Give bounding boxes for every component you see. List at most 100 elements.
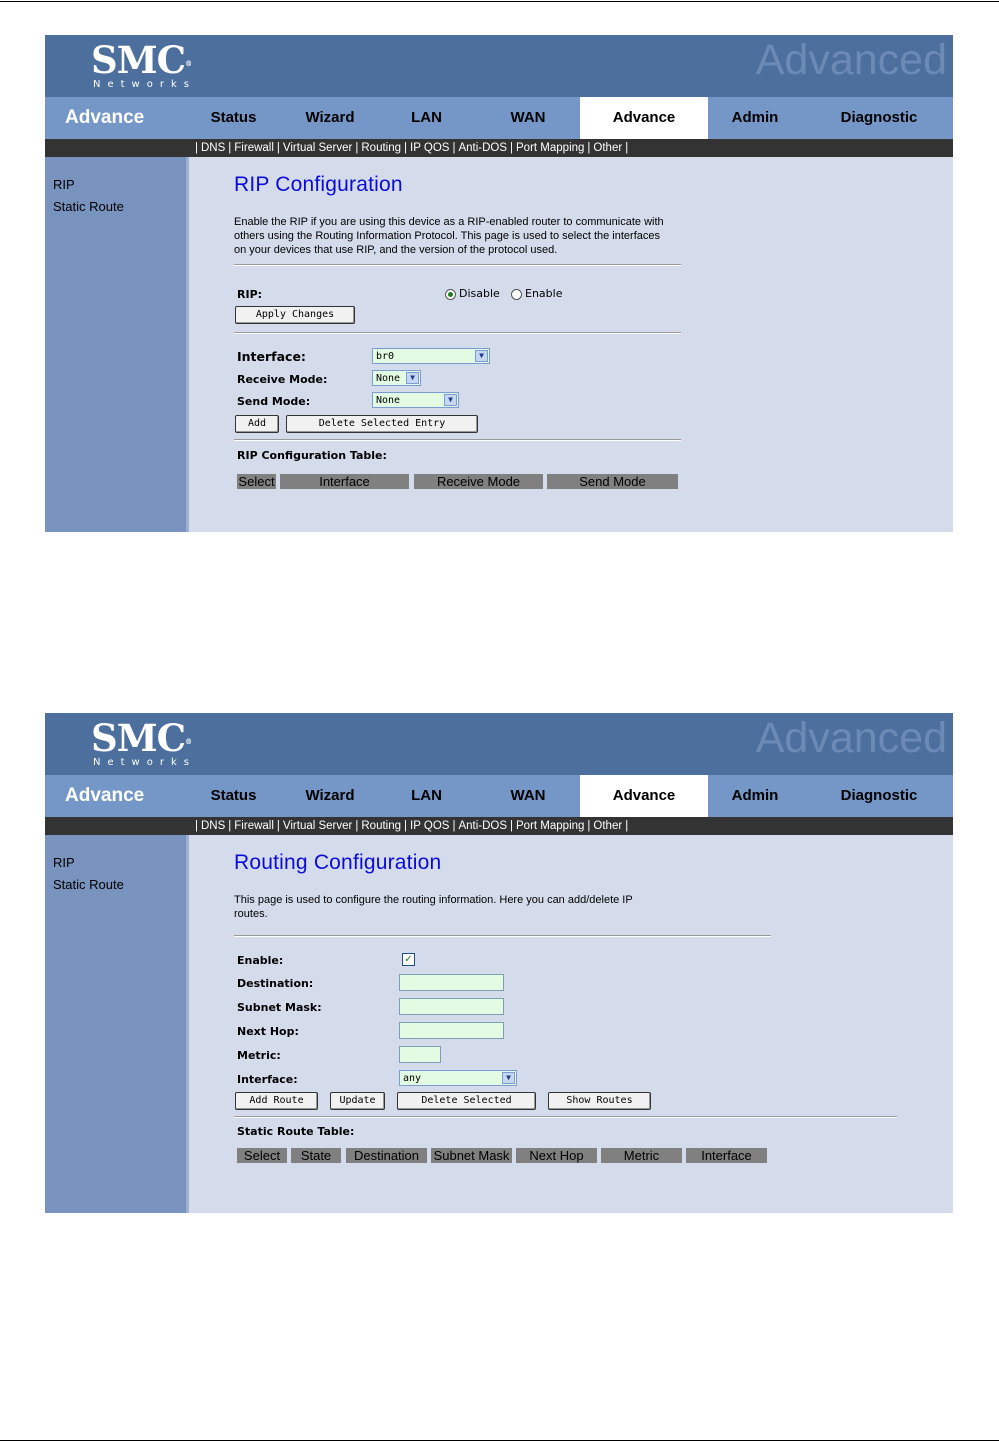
- subnav-ip-qos[interactable]: IP QOS: [410, 142, 449, 154]
- sidebar-item-rip[interactable]: RIP: [53, 855, 75, 870]
- table-header-metric: Metric: [601, 1148, 682, 1163]
- metric-label: Metric:: [237, 1049, 281, 1062]
- chevron-down-icon: ▼: [406, 372, 419, 384]
- subnav-port-mapping[interactable]: Port Mapping: [516, 820, 584, 832]
- enable-checkbox[interactable]: ✓: [402, 953, 415, 966]
- sidebar: RIP Static Route: [45, 157, 186, 532]
- subnav-port-mapping[interactable]: Port Mapping: [516, 142, 584, 154]
- update-button[interactable]: Update: [330, 1092, 385, 1110]
- subnav-routing[interactable]: Routing: [361, 820, 401, 832]
- divider: [234, 439, 681, 441]
- table-header-next-hop: Next Hop: [516, 1148, 597, 1163]
- tab-wan[interactable]: WAN: [478, 775, 578, 817]
- subnet-mask-label: Subnet Mask:: [237, 1001, 322, 1014]
- top-navigation: Advance Status Wizard LAN WAN Advance Ad…: [45, 775, 953, 817]
- subnav-virtual-server[interactable]: Virtual Server: [283, 820, 352, 832]
- subnav-other[interactable]: Other: [593, 820, 622, 832]
- page-bottom-rule: [0, 1440, 999, 1441]
- next-hop-label: Next Hop:: [237, 1025, 299, 1038]
- divider: [234, 1116, 897, 1118]
- tab-status[interactable]: Status: [181, 775, 286, 817]
- send-mode-label: Send Mode:: [237, 395, 311, 408]
- smc-logo: SMC® Networks: [91, 716, 196, 768]
- subnet-mask-input[interactable]: [399, 998, 504, 1015]
- page-description: This page is used to configure the routi…: [234, 894, 633, 920]
- rip-main-content: RIP Configuration Enable the RIP if you …: [189, 157, 953, 532]
- subnav-other[interactable]: Other: [593, 142, 622, 154]
- tab-advance[interactable]: Advance: [580, 775, 708, 817]
- show-routes-button[interactable]: Show Routes: [548, 1092, 651, 1110]
- subnav-ip-qos[interactable]: IP QOS: [410, 820, 449, 832]
- table-header-state: State: [291, 1148, 341, 1163]
- check-icon: ✓: [404, 954, 413, 965]
- add-route-button[interactable]: Add Route: [235, 1092, 318, 1110]
- tab-diagnostic[interactable]: Diagnostic: [819, 775, 939, 817]
- interface-select[interactable]: any ▼: [399, 1070, 517, 1086]
- section-label: Advance: [65, 785, 145, 806]
- subnav-firewall[interactable]: Firewall: [234, 820, 274, 832]
- tab-lan[interactable]: LAN: [379, 97, 474, 139]
- sidebar-item-static-route[interactable]: Static Route: [53, 199, 124, 214]
- metric-input[interactable]: [399, 1046, 441, 1063]
- subnav-dns[interactable]: DNS: [201, 820, 225, 832]
- subnav-anti-dos[interactable]: Anti-DOS: [458, 820, 507, 832]
- table-header-subnet-mask: Subnet Mask: [431, 1148, 512, 1163]
- delete-selected-entry-button[interactable]: Delete Selected Entry: [286, 415, 478, 433]
- table-header-select: Select: [237, 474, 276, 489]
- subnav-routing[interactable]: Routing: [361, 142, 401, 154]
- receive-mode-select[interactable]: None ▼: [372, 370, 421, 386]
- table-header-send-mode: Send Mode: [547, 474, 678, 489]
- destination-label: Destination:: [237, 977, 314, 990]
- rip-enable-radio-group[interactable]: Enable: [511, 287, 562, 300]
- tab-admin[interactable]: Admin: [708, 97, 802, 139]
- subnav-virtual-server[interactable]: Virtual Server: [283, 142, 352, 154]
- chevron-down-icon: ▼: [502, 1072, 515, 1084]
- add-button[interactable]: Add: [235, 415, 279, 433]
- routing-main-content: Routing Configuration This page is used …: [189, 835, 953, 1213]
- tab-status[interactable]: Status: [181, 97, 286, 139]
- interface-label: Interface:: [237, 1073, 298, 1086]
- header-banner: SMC® Networks Advanced: [45, 713, 953, 775]
- divider: [234, 935, 771, 937]
- subnav-firewall[interactable]: Firewall: [234, 142, 274, 154]
- rip-disable-radio[interactable]: [445, 288, 456, 300]
- sidebar: RIP Static Route: [45, 835, 186, 1213]
- rip-label: RIP:: [237, 288, 263, 301]
- destination-input[interactable]: [399, 974, 504, 991]
- tab-lan[interactable]: LAN: [379, 775, 474, 817]
- sidebar-item-rip[interactable]: RIP: [53, 177, 75, 192]
- apply-changes-button[interactable]: Apply Changes: [235, 306, 355, 324]
- top-navigation: Advance Status Wizard LAN WAN Advance Ad…: [45, 97, 953, 139]
- table-header-destination: Destination: [346, 1148, 427, 1163]
- rip-disable-radio-group[interactable]: Disable: [445, 287, 500, 300]
- divider: [234, 332, 681, 334]
- enable-label: Enable:: [237, 954, 284, 967]
- tab-wan[interactable]: WAN: [478, 97, 578, 139]
- chevron-down-icon: ▼: [444, 394, 457, 406]
- table-header-interface: Interface: [280, 474, 409, 489]
- next-hop-input[interactable]: [399, 1022, 504, 1039]
- page-title: Routing Configuration: [234, 851, 442, 874]
- advanced-watermark: Advanced: [755, 714, 947, 762]
- advanced-watermark: Advanced: [755, 36, 947, 84]
- subnav-dns[interactable]: DNS: [201, 142, 225, 154]
- tab-wizard[interactable]: Wizard: [281, 775, 379, 817]
- tab-advance[interactable]: Advance: [580, 97, 708, 139]
- table-header-select: Select: [237, 1148, 287, 1163]
- sidebar-item-static-route[interactable]: Static Route: [53, 877, 124, 892]
- rip-screenshot: SMC® Networks Advanced Advance Status Wi…: [45, 35, 953, 532]
- tab-wizard[interactable]: Wizard: [281, 97, 379, 139]
- page-top-rule: [0, 1, 999, 2]
- send-mode-select[interactable]: None ▼: [372, 392, 459, 408]
- tab-admin[interactable]: Admin: [708, 775, 802, 817]
- interface-select[interactable]: br0 ▼: [372, 348, 490, 364]
- routing-screenshot: SMC® Networks Advanced Advance Status Wi…: [45, 713, 953, 1213]
- rip-enable-radio[interactable]: [511, 288, 522, 300]
- smc-logo: SMC® Networks: [91, 38, 196, 90]
- header-banner: SMC® Networks Advanced: [45, 35, 953, 97]
- sub-navigation: | DNS | Firewall | Virtual Server | Routing | IP …: [45, 817, 953, 835]
- table-header-receive-mode: Receive Mode: [414, 474, 543, 489]
- delete-selected-button[interactable]: Delete Selected: [397, 1092, 536, 1110]
- tab-diagnostic[interactable]: Diagnostic: [819, 97, 939, 139]
- subnav-anti-dos[interactable]: Anti-DOS: [458, 142, 507, 154]
